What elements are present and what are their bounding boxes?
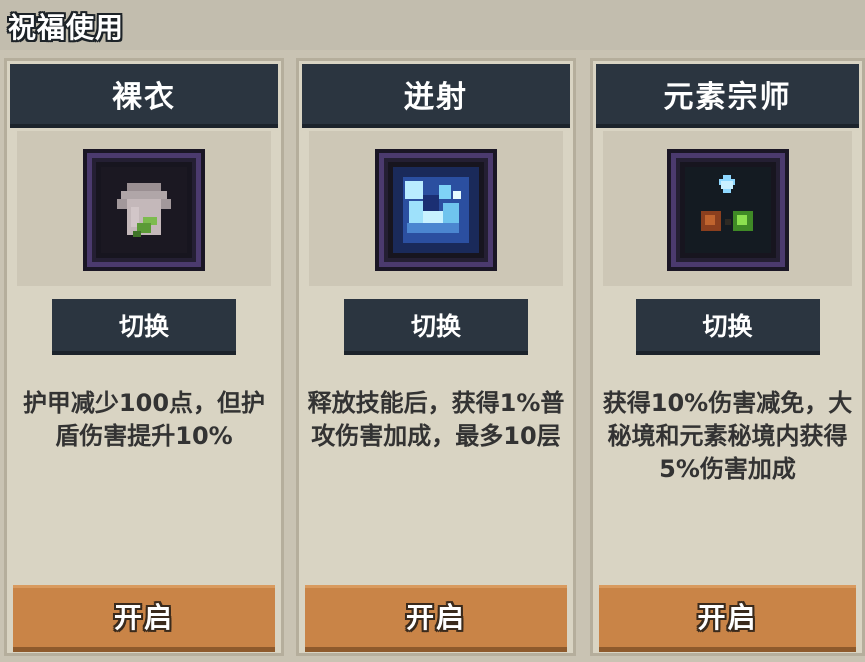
open-button-label: 开启 — [113, 601, 174, 634]
blessing-description: 护甲减少100点，但护盾伤害提升10% — [22, 389, 266, 450]
element-orbs-icon — [670, 153, 785, 267]
blessing-card-3: 元素宗师 切换 获得10%伤害减免，大秘境和元素秘境内获得5%伤害加成 开启 — [590, 58, 865, 656]
robe-leaf-icon — [87, 153, 201, 267]
open-button-label: 开启 — [697, 601, 758, 634]
switch-button[interactable]: 切换 — [52, 299, 236, 355]
open-button[interactable]: 开启 — [13, 585, 275, 652]
switch-button-label: 切换 — [118, 312, 169, 341]
blessing-description: 获得10%伤害减免，大秘境和元素秘境内获得5%伤害加成 — [602, 389, 853, 483]
card-header: 元素宗师 — [596, 64, 859, 128]
switch-button[interactable]: 切换 — [344, 299, 528, 355]
icon-area — [17, 131, 271, 286]
switch-button-label: 切换 — [702, 312, 753, 341]
icon-area — [603, 131, 852, 286]
blessing-card-1: 裸衣 切换 护甲减少100点，但护盾伤害提升10% 开启 — [4, 58, 284, 656]
icon-area — [309, 131, 563, 286]
card-header: 裸衣 — [10, 64, 278, 128]
switch-button-label: 切换 — [410, 312, 461, 341]
blessing-card-2: 迸射 切换 释放技能后，获得1%普攻伤害加成，最多10层 开启 — [296, 58, 576, 656]
blessing-description: 释放技能后，获得1%普攻伤害加成，最多10层 — [307, 389, 565, 450]
switch-button[interactable]: 切换 — [635, 299, 820, 355]
card-title: 元素宗师 — [663, 80, 792, 115]
card-header: 迸射 — [302, 64, 570, 128]
open-button[interactable]: 开启 — [599, 585, 856, 652]
card-title: 裸衣 — [112, 80, 176, 115]
title-bar: 祝福使用 — [0, 0, 865, 50]
open-button[interactable]: 开启 — [305, 585, 567, 652]
panel-title: 祝福使用 — [8, 11, 125, 44]
open-button-label: 开启 — [405, 601, 466, 634]
card-title: 迸射 — [404, 80, 468, 115]
ice-burst-icon — [379, 153, 493, 267]
